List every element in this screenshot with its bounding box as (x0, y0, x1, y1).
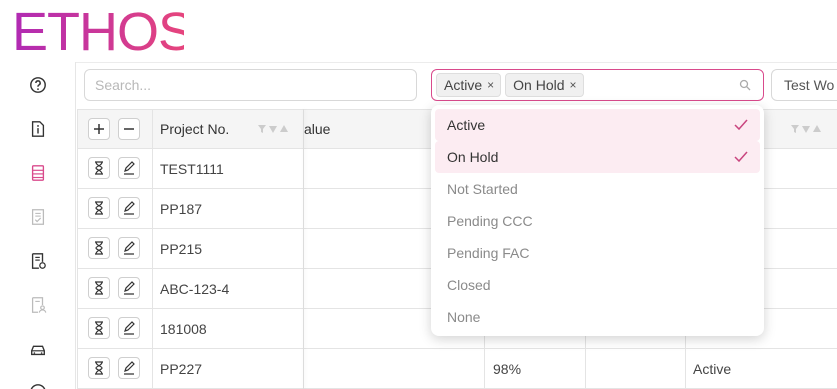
document-person-icon[interactable] (28, 295, 48, 315)
ethos-logo[interactable]: ETHOS (12, 6, 184, 56)
project-no-cell: PP227 (160, 361, 203, 377)
option-label: Pending CCC (447, 213, 533, 229)
column-divider (77, 109, 78, 389)
option-label: On Hold (447, 149, 499, 165)
option-label: Not Started (447, 181, 518, 197)
option-label: None (447, 309, 481, 325)
hourglass-icon[interactable] (88, 277, 110, 299)
car-icon[interactable] (28, 339, 48, 359)
plus-icon (94, 124, 104, 134)
column-header-value[interactable]: alue (304, 121, 330, 137)
sidebar (0, 62, 76, 389)
svg-text:ETHOS: ETHOS (12, 6, 184, 54)
project-no-cell: PP187 (160, 201, 203, 217)
chip-label: Active (444, 77, 483, 93)
percent-cell: 98% (493, 361, 522, 377)
minus-icon (124, 128, 134, 130)
expand-all-button[interactable] (88, 118, 110, 140)
checkmark-icon (734, 151, 748, 163)
option-none[interactable]: None (431, 301, 764, 333)
option-active[interactable]: Active (435, 109, 760, 141)
status-chip-active[interactable]: Active × (436, 73, 502, 97)
frozen-column-edge (303, 109, 304, 389)
checkmark-icon (734, 119, 748, 131)
sort-desc-icon[interactable] (268, 124, 278, 134)
status-multiselect[interactable]: Active × On Hold × (431, 69, 764, 101)
filter-icon[interactable] (257, 124, 267, 134)
filter-icon[interactable] (790, 124, 800, 134)
edit-icon[interactable] (118, 357, 140, 379)
status-chip-on-hold[interactable]: On Hold × (505, 73, 584, 97)
column-sort-filter[interactable] (790, 124, 822, 134)
remove-chip-icon[interactable]: × (487, 78, 494, 92)
project-no-cell: PP215 (160, 241, 203, 257)
sort-desc-icon[interactable] (801, 124, 811, 134)
document-check-icon[interactable] (28, 207, 48, 227)
search-icon (739, 79, 751, 91)
hourglass-icon[interactable] (88, 357, 110, 379)
project-no-cell: TEST1111 (160, 161, 224, 177)
document-gear-icon[interactable] (28, 251, 48, 271)
search-input[interactable] (84, 69, 417, 101)
option-label: Closed (447, 277, 491, 293)
hourglass-icon[interactable] (88, 197, 110, 219)
edit-icon[interactable] (118, 317, 140, 339)
hourglass-icon[interactable] (88, 317, 110, 339)
edit-icon[interactable] (118, 197, 140, 219)
sort-asc-icon[interactable] (279, 124, 289, 134)
option-label: Active (447, 117, 486, 133)
option-on-hold[interactable]: On Hold (435, 141, 760, 173)
edit-icon[interactable] (118, 157, 140, 179)
option-pending-ccc[interactable]: Pending CCC (431, 205, 764, 237)
column-divider (152, 109, 153, 389)
edit-icon[interactable] (118, 237, 140, 259)
help-circle-icon[interactable] (28, 75, 48, 95)
document-list-icon[interactable] (28, 163, 48, 183)
option-label: Pending FAC (447, 245, 530, 261)
chip-label: On Hold (513, 77, 565, 93)
remove-chip-icon[interactable]: × (570, 78, 577, 92)
sidebar-icon-partial[interactable] (28, 382, 48, 389)
document-info-icon[interactable] (28, 119, 48, 139)
sort-asc-icon[interactable] (812, 124, 822, 134)
hourglass-icon[interactable] (88, 157, 110, 179)
status-dropdown-menu: Active On Hold Not Started Pending CCC P… (431, 105, 764, 336)
hourglass-icon[interactable] (88, 237, 110, 259)
option-closed[interactable]: Closed (431, 269, 764, 301)
toolbar-divider (76, 62, 837, 63)
project-no-sort-filter[interactable] (257, 124, 289, 134)
row-divider (77, 348, 837, 349)
project-no-cell: ABC-123-4 (160, 281, 230, 297)
edit-icon[interactable] (118, 277, 140, 299)
option-not-started[interactable]: Not Started (431, 173, 764, 205)
option-pending-fac[interactable]: Pending FAC (431, 237, 764, 269)
secondary-filter-select[interactable]: Test Wo (771, 69, 837, 101)
status-cell: Active (693, 361, 732, 377)
collapse-all-button[interactable] (118, 118, 140, 140)
column-header-project-no[interactable]: Project No. (160, 121, 229, 137)
project-no-cell: 181008 (160, 321, 207, 337)
